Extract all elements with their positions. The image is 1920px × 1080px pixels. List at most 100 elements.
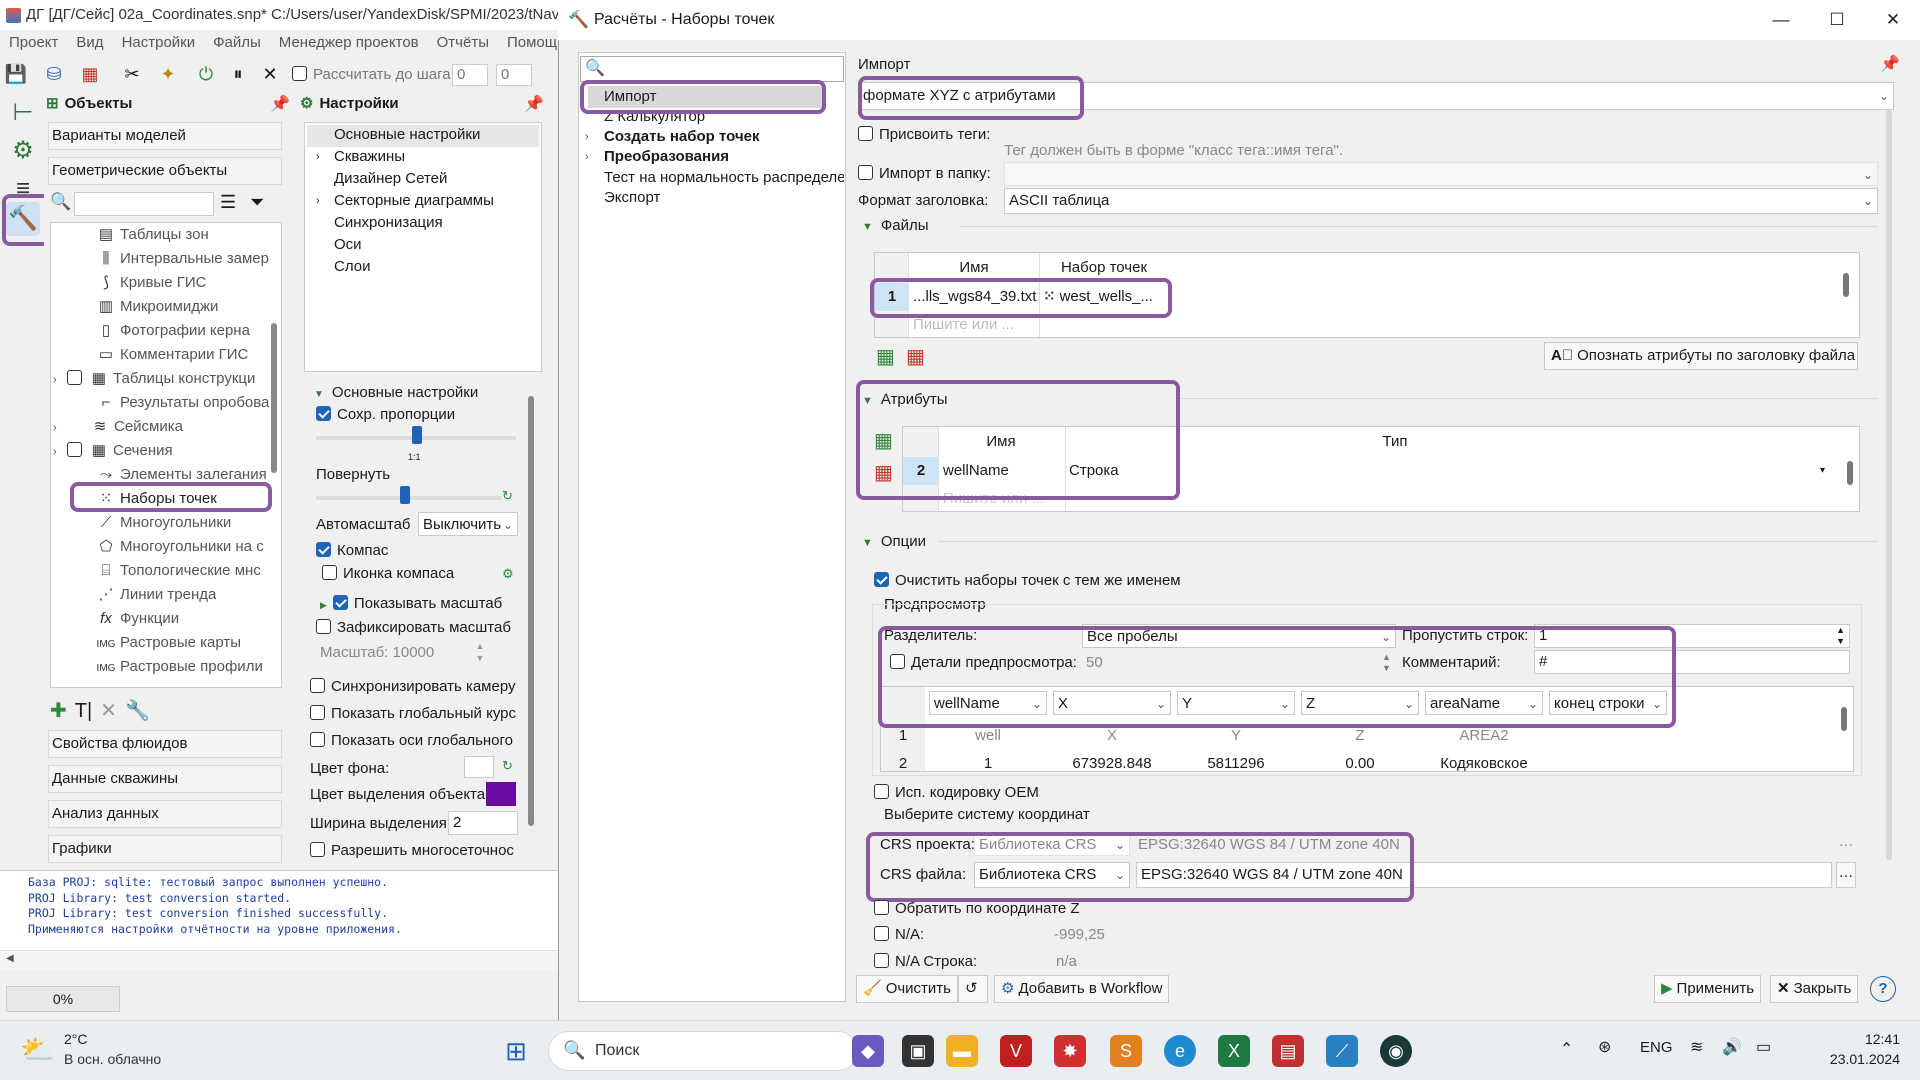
- crs-file-browse-button[interactable]: …: [1836, 862, 1856, 888]
- fix-scale-checkbox[interactable]: Зафиксировать масштаб: [316, 617, 511, 639]
- volume-icon[interactable]: 🔊: [1722, 1037, 1742, 1057]
- calc-search-input[interactable]: 🔍: [580, 56, 844, 82]
- spinner-icon[interactable]: ▲ ▼: [1836, 625, 1845, 647]
- save-icon[interactable]: 💾: [4, 62, 28, 86]
- pin-icon[interactable]: 📌: [524, 94, 544, 114]
- close-button[interactable]: ✕ Закрыть: [1770, 975, 1859, 1003]
- tree-item-core-photos[interactable]: ▯ Фотографии керна: [95, 319, 250, 343]
- reset-icon[interactable]: ↻: [502, 488, 513, 504]
- files-placeholder[interactable]: Пишите или ...: [913, 312, 1037, 338]
- preview-col-select-1[interactable]: wellName ⌄: [929, 691, 1047, 715]
- keep-proportions-checkbox[interactable]: Сохр. пропорции: [316, 404, 455, 426]
- settings-tree-wells[interactable]: › Скважины: [316, 146, 405, 168]
- settings-tree-network[interactable]: Дизайнер Сетей: [334, 168, 447, 190]
- spinner-icon[interactable]: ▲ ▼: [1382, 652, 1391, 674]
- files-row-name[interactable]: ...lls_wgs84_39.txt: [913, 284, 1037, 310]
- settings-tree-sync[interactable]: Синхронизация: [334, 212, 443, 234]
- tree-item-gis-curves[interactable]: ⟆ Кривые ГИС: [95, 271, 206, 295]
- global-axes-checkbox[interactable]: Показать оси глобального: [310, 730, 513, 752]
- clear-sets-checkbox[interactable]: Очистить наборы точек с тем же именем: [874, 570, 1181, 592]
- tree-item-raster-profiles[interactable]: IMG Растровые профили: [95, 655, 263, 679]
- preview-details-checkbox[interactable]: Детали предпросмотра:: [890, 652, 1077, 674]
- hammer-icon[interactable]: 🔨: [6, 202, 40, 236]
- settings-section-main[interactable]: ▼ Основные настройки: [314, 382, 478, 406]
- tree-item-bedding[interactable]: ⤳ Элементы залегания: [95, 463, 267, 487]
- menu-settings[interactable]: Настройки: [113, 31, 205, 55]
- language-indicator[interactable]: ENG: [1640, 1039, 1673, 1056]
- attr-placeholder[interactable]: Пишите или ...: [943, 486, 1063, 512]
- calc-tree-create-set[interactable]: Создать набор точек: [604, 127, 760, 147]
- settings-tree-layers[interactable]: Слои: [334, 256, 370, 278]
- preview-col-select-2[interactable]: X ⌄: [1053, 691, 1171, 715]
- compass-icon-checkbox[interactable]: Иконка компаса: [322, 563, 454, 585]
- settings-scrollbar[interactable]: [528, 396, 534, 826]
- menu-project-manager[interactable]: Менеджер проектов: [270, 31, 428, 55]
- step-spinner-2[interactable]: 0: [496, 64, 532, 86]
- autoscale-select[interactable]: Выключить ⌄: [418, 512, 518, 536]
- multigrid-checkbox[interactable]: Разрешить многосеточнос: [310, 840, 514, 862]
- category-fluid-properties[interactable]: Свойства флюидов: [48, 730, 282, 758]
- calc-tree-normality[interactable]: Тест на нормальность распределе: [604, 168, 844, 188]
- attr-col-type[interactable]: Тип: [1065, 429, 1725, 455]
- attr-scrollbar[interactable]: [1847, 461, 1853, 485]
- category-data-analysis[interactable]: Анализ данных: [48, 800, 282, 828]
- tree-item-zone-tables[interactable]: ▤ Таблицы зон: [95, 223, 209, 247]
- menu-reports[interactable]: Отчёты: [428, 31, 498, 55]
- wifi-icon[interactable]: ≋: [1690, 1037, 1703, 1057]
- tree-item-test-results[interactable]: ⌐ Результаты опробова: [95, 391, 270, 415]
- grid-colors-icon[interactable]: ▦: [78, 62, 102, 86]
- pause-icon[interactable]: ⏸: [226, 62, 250, 86]
- weather-desc[interactable]: В осн. облачно: [64, 1051, 161, 1067]
- add-icon[interactable]: ✚: [50, 700, 67, 722]
- calc-step-checkbox[interactable]: Рассчитать до шага:: [292, 64, 455, 86]
- tree-item-polygons-on[interactable]: ⬠ Многоугольники на с: [95, 535, 263, 559]
- power-icon[interactable]: ⏻: [194, 62, 218, 86]
- tree-item-point-sets[interactable]: ⁙ Наборы точек: [95, 487, 217, 511]
- delimiter-select[interactable]: Все пробелы ⌄: [1082, 624, 1396, 648]
- form-scrollbar[interactable]: [1886, 110, 1892, 860]
- category-well-data[interactable]: Данные скважины: [48, 765, 282, 793]
- preview-col-select-6[interactable]: конец строки ⌄: [1549, 691, 1667, 715]
- tree-item-seismic[interactable]: › ≋ Сейсмика: [53, 415, 183, 439]
- log-scrollbar[interactable]: ◀: [0, 950, 560, 970]
- invert-z-checkbox[interactable]: Обратить по координате Z: [874, 898, 1080, 920]
- comment-input[interactable]: #: [1534, 650, 1850, 674]
- edge-icon[interactable]: e: [1164, 1035, 1196, 1067]
- menu-project[interactable]: Проект: [0, 31, 67, 55]
- checkbox[interactable]: [67, 442, 82, 457]
- expand-icon[interactable]: ›: [585, 151, 589, 163]
- proportion-slider-handle[interactable]: [412, 426, 422, 444]
- layers-icon[interactable]: ≡: [6, 172, 40, 206]
- category-geometric-objects[interactable]: Геометрические объекты: [48, 157, 282, 185]
- stop-icon[interactable]: ✕: [258, 62, 282, 86]
- show-scale-checkbox[interactable]: ▶ Показывать масштаб: [320, 593, 502, 616]
- tree-icon[interactable]: ⊢: [6, 96, 40, 130]
- scissors-icon[interactable]: ✂: [120, 62, 144, 86]
- folder-icon[interactable]: ▬: [946, 1035, 978, 1067]
- sublime-icon[interactable]: S: [1110, 1035, 1142, 1067]
- attr-col-name[interactable]: Имя: [939, 429, 1063, 455]
- tree-item-topological[interactable]: ⌸ Топологические мнс: [95, 559, 260, 583]
- attributes-section[interactable]: ▼ Атрибуты: [862, 390, 948, 411]
- battery-icon[interactable]: ▭: [1756, 1037, 1771, 1057]
- import-folder-select[interactable]: ⌄: [1004, 162, 1878, 186]
- taskbar-search[interactable]: 🔍 Поиск: [548, 1031, 858, 1071]
- settings-tree-axes[interactable]: Оси: [334, 234, 362, 256]
- step-spinner[interactable]: 0: [452, 64, 488, 86]
- oem-checkbox[interactable]: Исп. кодировку OEM: [874, 782, 1039, 804]
- tools-icon[interactable]: 🔧: [125, 700, 150, 722]
- recognize-attributes-button[interactable]: A⃞ Опознать атрибуты по заголовку файла: [1544, 342, 1858, 370]
- category-charts[interactable]: Графики: [48, 835, 282, 863]
- app-icon-2[interactable]: ⟋: [1326, 1035, 1358, 1067]
- minimize-button[interactable]: —: [1758, 0, 1804, 40]
- import-folder-checkbox[interactable]: Импорт в папку:: [858, 163, 991, 185]
- app-icon[interactable]: ✸: [1054, 1035, 1086, 1067]
- expand-icon[interactable]: ›: [53, 416, 89, 439]
- menu-files[interactable]: Файлы: [204, 31, 270, 55]
- vivaldi-icon[interactable]: V: [1000, 1035, 1032, 1067]
- preview-col-select-5[interactable]: areaName ⌄: [1425, 691, 1543, 715]
- expand-icon[interactable]: ›: [316, 190, 320, 212]
- scale-spinner[interactable]: ▲ ▼: [470, 640, 490, 664]
- na-checkbox[interactable]: N/A:: [874, 924, 924, 946]
- expand-icon[interactable]: ›: [316, 146, 320, 168]
